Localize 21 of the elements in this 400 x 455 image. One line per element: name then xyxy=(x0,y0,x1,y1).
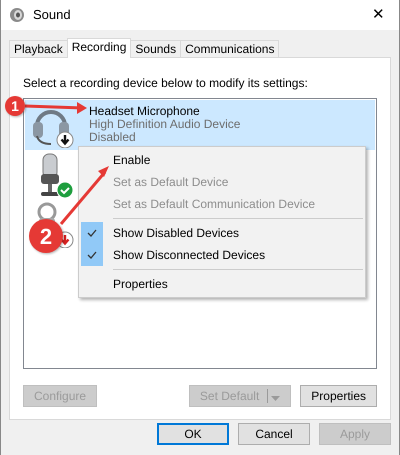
menu-item[interactable]: Show Disconnected Devices xyxy=(81,244,363,266)
window-title: Sound xyxy=(33,6,71,24)
button[interactable]: Cancel xyxy=(238,423,310,445)
button[interactable]: OK xyxy=(157,423,229,445)
arrow-drawing xyxy=(24,102,87,114)
menu-item[interactable]: Properties xyxy=(81,273,363,295)
arrow-drawing xyxy=(60,166,109,225)
menu-item[interactable]: Enable xyxy=(81,149,363,171)
button[interactable]: Properties xyxy=(300,385,377,407)
instruction-text: Select a recording device below to modify its settings: xyxy=(23,75,309,92)
menu-item[interactable]: Show Disabled Devices xyxy=(81,222,363,244)
tab[interactable]: Communications xyxy=(180,40,280,57)
device-status: Disabled xyxy=(89,131,137,144)
tab[interactable]: Playback xyxy=(9,40,68,57)
step-badge: 1 xyxy=(5,96,25,116)
speaker-icon xyxy=(9,7,25,23)
device-driver: High Definition Audio Device xyxy=(89,118,240,131)
tab[interactable]: Recording xyxy=(66,38,132,58)
caret-icon xyxy=(271,396,280,402)
close-button[interactable]: ✕ xyxy=(366,4,391,26)
device-name: Headset Microphone xyxy=(89,105,201,118)
